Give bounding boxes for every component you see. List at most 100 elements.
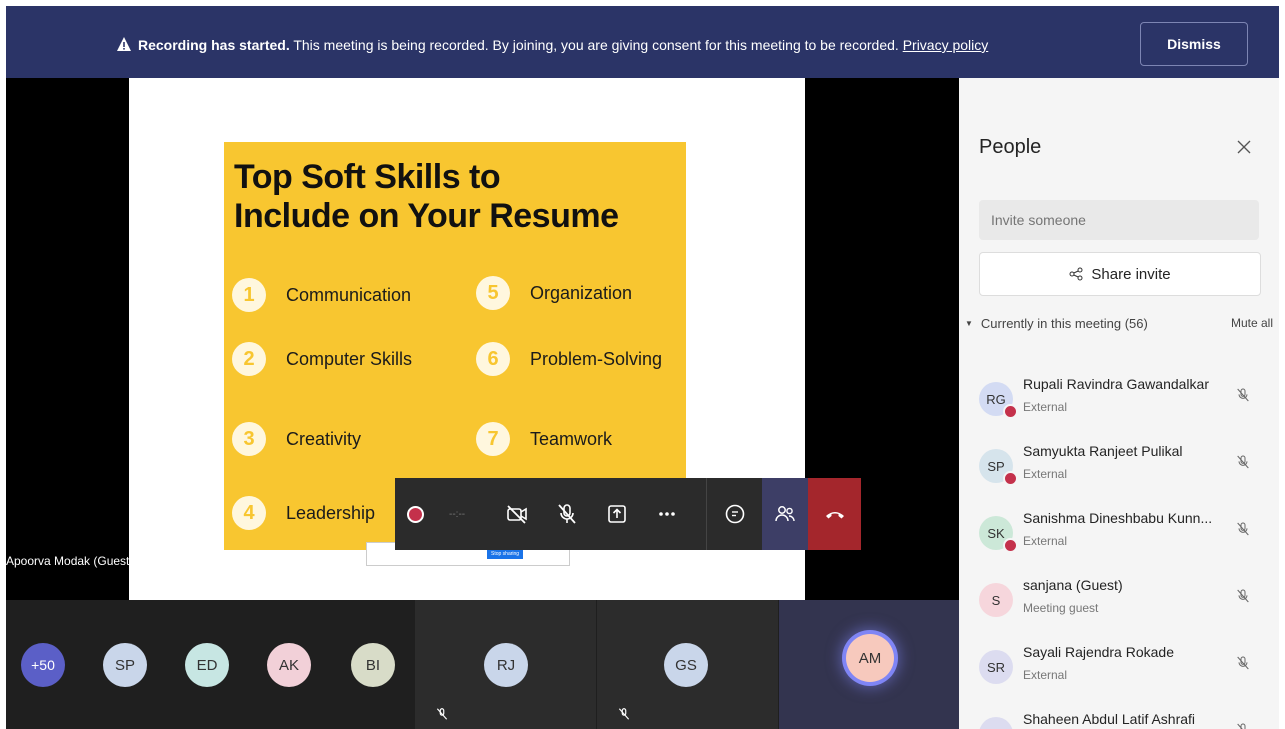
section-label: Currently in this meeting (56) — [980, 316, 1148, 331]
mic-off-icon[interactable] — [1235, 654, 1251, 672]
participant-role: External — [1023, 668, 1068, 682]
close-icon[interactable] — [1235, 138, 1253, 156]
mic-off-icon[interactable] — [1235, 520, 1251, 538]
skill-item: 5 Organization — [476, 276, 632, 310]
participant-name: Sanishma Dineshbabu Kunn... — [1023, 510, 1213, 526]
leave-call-button[interactable] — [808, 478, 861, 550]
participant-avatar[interactable]: ED — [185, 643, 229, 687]
recording-message: Recording has started. This meeting is b… — [116, 36, 988, 53]
recording-text: This meeting is being recorded. By joini… — [289, 37, 903, 53]
slide-title: Top Soft Skills to Include on Your Resum… — [234, 158, 674, 236]
skill-number: 6 — [476, 342, 510, 376]
participant-list-item[interactable]: S sanjana (Guest) Meeting guest — [979, 569, 1269, 629]
participant-list-item[interactable]: RG Rupali Ravindra Gawandalkar External — [979, 368, 1269, 428]
slide-title-line-1: Top Soft Skills to — [234, 158, 501, 196]
recording-title: Recording has started. — [138, 37, 290, 53]
meeting-section-header[interactable]: ▼ Currently in this meeting (56) — [965, 316, 1265, 331]
skill-number: 4 — [232, 496, 266, 530]
mic-off-icon[interactable] — [1235, 386, 1251, 404]
camera-off-icon — [507, 505, 527, 524]
share-screen-button[interactable] — [599, 496, 635, 532]
share-invite-label: Share invite — [1091, 265, 1171, 283]
skill-label: Creativity — [286, 428, 362, 449]
people-button[interactable] — [762, 478, 809, 550]
avatar: SR — [979, 650, 1013, 684]
controls-main-group: --:-- — [395, 478, 707, 550]
participant-name: Shaheen Abdul Latif Ashrafi — [1023, 711, 1196, 727]
skill-item: 3 Creativity — [232, 422, 361, 456]
skill-label: Leadership — [286, 502, 376, 523]
share-icon — [1069, 267, 1083, 281]
participant-role: External — [1023, 467, 1068, 481]
avatar: SA — [979, 717, 1013, 729]
privacy-policy-link[interactable]: Privacy policy — [903, 37, 989, 53]
participant-role: External — [1023, 400, 1068, 414]
skill-number: 2 — [232, 342, 266, 376]
participant-role: External — [1023, 534, 1068, 548]
skill-item: 7 Teamwork — [476, 422, 612, 456]
meeting-timer: --:-- — [449, 508, 466, 520]
participant-list-item[interactable]: SK Sanishma Dineshbabu Kunn... External — [979, 502, 1269, 562]
mic-off-icon[interactable] — [1235, 587, 1251, 605]
skill-label: Teamwork — [530, 428, 613, 449]
participant-avatar[interactable]: BI — [351, 643, 395, 687]
participant-list-item[interactable]: SP Samyukta Ranjeet Pulikal External — [979, 435, 1269, 495]
skill-number: 3 — [232, 422, 266, 456]
skill-label: Computer Skills — [286, 348, 413, 369]
presenter-name: Apoorva Modak (Guest) — [6, 554, 134, 568]
participant-list-item[interactable]: SA Shaheen Abdul Latif Ashrafi — [979, 703, 1269, 729]
meeting-window: Recording has started. This meeting is b… — [6, 6, 1279, 729]
slide-title-line-2: Include on Your Resume — [234, 197, 619, 235]
more-icon — [659, 512, 675, 516]
share-invite-button[interactable]: Share invite — [979, 252, 1261, 296]
skill-number: 5 — [476, 276, 510, 310]
invite-input[interactable] — [979, 200, 1259, 240]
avatar: S — [979, 583, 1013, 617]
skill-item: 1 Communication — [232, 278, 411, 312]
skill-number: 1 — [232, 278, 266, 312]
share-screen-icon — [608, 505, 626, 523]
hang-up-icon — [825, 512, 844, 519]
status-dot-icon — [1003, 471, 1018, 486]
people-icon — [775, 506, 795, 522]
participant-avatar[interactable]: SP — [103, 643, 147, 687]
participant-tile[interactable]: GS — [597, 600, 778, 729]
skill-label: Organization — [530, 282, 633, 303]
skill-item: 2 Computer Skills — [232, 342, 412, 376]
status-dot-icon — [1003, 404, 1018, 419]
muted-mic-icon — [618, 708, 630, 720]
mic-off-button[interactable] — [549, 496, 585, 532]
skill-item: 4 Leadership — [232, 496, 375, 530]
recording-banner: Recording has started. This meeting is b… — [6, 6, 1279, 78]
dismiss-button[interactable]: Dismiss — [1140, 22, 1248, 66]
participant-tile[interactable]: RJ — [415, 600, 596, 729]
participant-list-item[interactable]: SR Sayali Rajendra Rokade External — [979, 636, 1269, 696]
mic-off-icon[interactable] — [1235, 721, 1251, 729]
record-dot-icon — [406, 505, 424, 523]
participant-strip: +50 SP ED AK BI RJ GS AM — [6, 600, 959, 729]
warning-icon — [117, 37, 131, 51]
participant-avatar: RJ — [484, 643, 528, 687]
mute-all-button[interactable]: Mute all — [1231, 316, 1273, 330]
participant-avatar: GS — [664, 643, 708, 687]
stop-sharing-button[interactable]: Stop sharing — [487, 549, 524, 559]
skill-label: Communication — [286, 284, 412, 305]
recording-indicator — [395, 478, 435, 550]
camera-off-button[interactable] — [499, 496, 535, 532]
muted-mic-icon — [436, 708, 448, 720]
more-options-button[interactable] — [649, 496, 685, 532]
overflow-participants-count[interactable]: +50 — [21, 643, 65, 687]
participant-tile-speaking[interactable]: AM — [779, 600, 959, 729]
participant-role: Meeting guest — [1023, 601, 1099, 615]
participant-avatar[interactable]: AK — [267, 643, 311, 687]
mic-off-icon — [558, 504, 576, 524]
people-panel: People Share invite ▼ Currently in this m… — [959, 78, 1279, 729]
participant-name: Rupali Ravindra Gawandalkar — [1023, 376, 1209, 392]
call-controls: --:-- — [395, 478, 861, 550]
participant-name: sanjana (Guest) — [1023, 577, 1123, 593]
panel-title: People — [979, 136, 1042, 158]
mic-off-icon[interactable] — [1235, 453, 1251, 471]
participant-avatar: AM — [846, 634, 894, 682]
chat-icon — [725, 504, 745, 524]
chat-button[interactable] — [706, 478, 763, 550]
